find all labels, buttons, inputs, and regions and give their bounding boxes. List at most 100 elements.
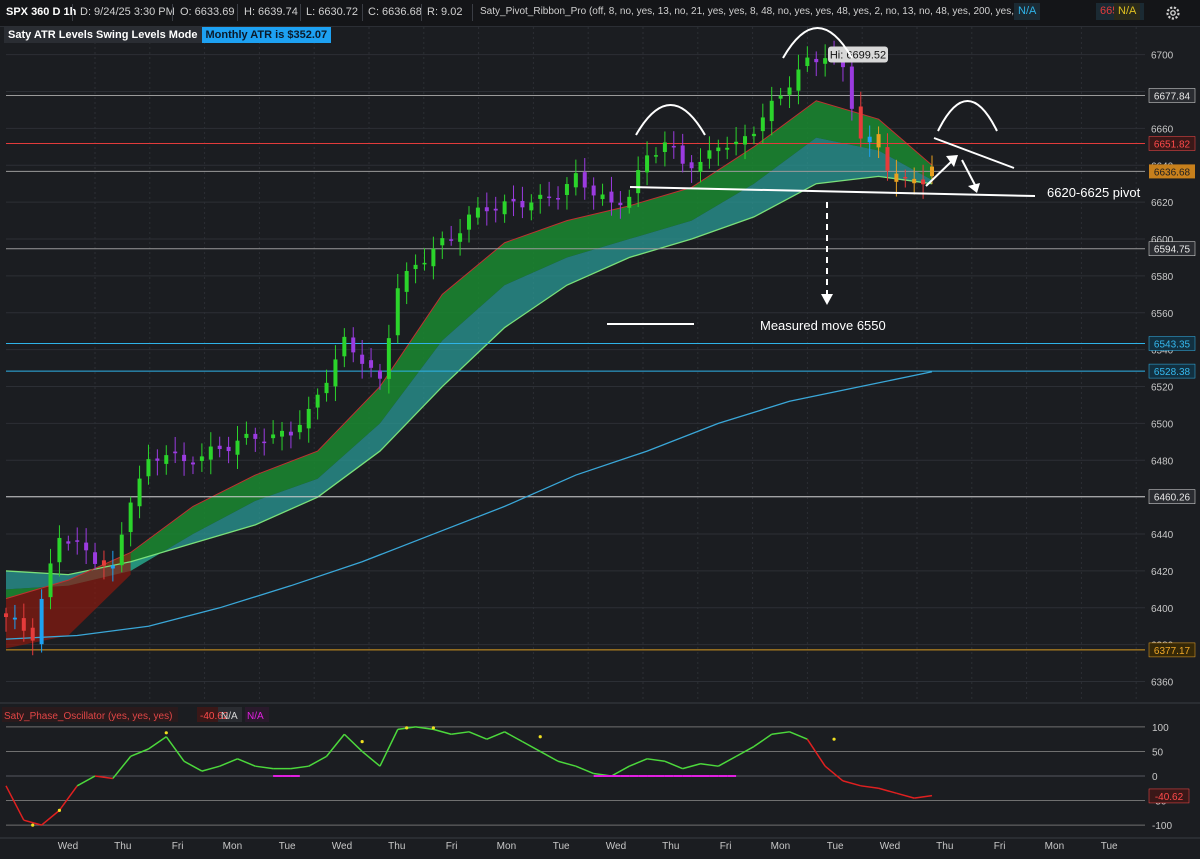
oscillator-segment xyxy=(237,758,256,767)
candle-body xyxy=(653,155,658,157)
oscillator-segment xyxy=(290,765,309,770)
candle-body xyxy=(849,66,854,109)
price-tick-label: 6440 xyxy=(1151,530,1174,541)
candle-body xyxy=(4,613,8,618)
candle-body xyxy=(912,178,917,184)
time-tick-label: Thu xyxy=(388,841,405,852)
time-tick-label: Fri xyxy=(446,841,458,852)
header-close: C: 6636.68 xyxy=(368,6,422,18)
oscillator-segment xyxy=(76,775,96,787)
monthly-atr-label: Monthly ATR is $352.07 xyxy=(201,27,332,43)
study-badge-na-2: N/A xyxy=(1114,3,1141,20)
high-label-text: Hi: 6699.52 xyxy=(830,50,886,62)
candle-body xyxy=(226,446,231,452)
candle-body xyxy=(413,264,418,270)
oscillator-segment xyxy=(468,731,488,740)
candle-body xyxy=(280,430,285,437)
chart-canvas[interactable]: Hi: 6699.52 6620-6625 pivot Measured move … xyxy=(0,0,1200,859)
candle-body xyxy=(395,288,400,336)
candle-body xyxy=(689,162,694,169)
pattern-arc-drawing xyxy=(635,104,706,136)
candle-body xyxy=(609,191,614,203)
candle-body xyxy=(734,141,739,145)
time-axis[interactable]: Wed Thu Fri Mon Tue Wed Thu Fri Mon Tue Wed Thu Fri M… xyxy=(58,841,1118,852)
time-tick-label: Mon xyxy=(223,841,242,852)
drop-arrow xyxy=(961,159,976,186)
candle-body xyxy=(698,161,703,172)
candle-body xyxy=(39,598,44,645)
candle-body xyxy=(618,202,623,206)
price-tick-label: 6700 xyxy=(1151,51,1174,62)
ema-200-path xyxy=(5,371,933,640)
candle-body xyxy=(48,563,53,598)
candle-body xyxy=(440,238,445,246)
oscillator-segment xyxy=(148,736,167,750)
candle-body xyxy=(30,627,35,641)
candle-body xyxy=(796,69,801,91)
descending-trendline xyxy=(933,137,1015,169)
candle-body xyxy=(778,95,783,99)
candle-body xyxy=(475,207,480,218)
candle-body xyxy=(119,534,124,566)
candle-body xyxy=(110,565,115,569)
candle-body xyxy=(921,179,926,185)
ribbon-slow-band xyxy=(6,137,932,590)
oscillator-title: Saty_Phase_Oscillator (yes, yes, yes) xyxy=(4,711,172,722)
price-level-value: 6594.75 xyxy=(1154,245,1191,256)
candle-body xyxy=(502,201,507,215)
oscillator-segment xyxy=(717,755,737,767)
candle-body xyxy=(288,431,293,436)
price-tick-label: 6500 xyxy=(1151,419,1174,430)
candle-body xyxy=(894,173,899,182)
candle-body xyxy=(520,200,525,208)
price-axis[interactable]: 6360638064006420644064606480650065206540… xyxy=(1145,27,1200,700)
candle-body xyxy=(351,337,356,353)
gear-icon[interactable] xyxy=(1164,4,1182,22)
candle-body xyxy=(173,451,178,454)
oscillator-signal-dot xyxy=(360,740,364,744)
candle-body xyxy=(369,360,374,368)
pivot-annotation: 6620-6625 pivot xyxy=(1047,185,1141,200)
price-tick-label: 6480 xyxy=(1151,456,1174,467)
study-badge-na: N/A xyxy=(1014,3,1041,20)
candle-body xyxy=(707,150,712,159)
candle-body xyxy=(12,617,17,620)
price-tick-label: 6660 xyxy=(1151,124,1174,135)
price-tick-label: 6620 xyxy=(1151,198,1174,209)
header-separator xyxy=(472,4,473,21)
candle-body xyxy=(493,208,498,211)
oscillator-segment xyxy=(753,733,773,748)
oscillator-segment xyxy=(433,728,452,735)
candle-body xyxy=(627,196,632,208)
candle-body xyxy=(645,155,650,173)
price-level-value: 6543.35 xyxy=(1154,339,1191,350)
price-level-value: 6377.17 xyxy=(1154,646,1191,657)
oscillator-segment xyxy=(575,765,594,775)
candle-body xyxy=(333,359,338,387)
oscillator-segment xyxy=(896,792,915,799)
candle-body xyxy=(760,117,765,132)
oscillator-segment xyxy=(219,758,238,767)
oscillator-segment xyxy=(664,760,683,770)
candle-body xyxy=(182,454,187,462)
oscillator-segment xyxy=(682,763,701,770)
candle-body xyxy=(262,441,267,444)
candle-body xyxy=(930,166,934,177)
time-tick-label: Mon xyxy=(497,841,516,852)
candle-body xyxy=(511,198,516,202)
study-parameters[interactable]: Saty_Pivot_Ribbon_Pro (off, 8, no, yes, … xyxy=(480,6,1031,17)
candle-body xyxy=(208,446,213,460)
symbol-label[interactable]: SPX 360 D 1h xyxy=(6,6,76,18)
phase-oscillator-panel: Saty_Phase_Oscillator (yes, yes, yes) -40… xyxy=(0,702,1200,839)
time-tick-label: Tue xyxy=(827,841,844,852)
oscillator-tick-label: -100 xyxy=(1152,821,1172,832)
header-open: O: 6633.69 xyxy=(180,6,235,18)
oscillator-segment xyxy=(41,809,60,826)
candle-body xyxy=(582,172,587,188)
candle-body xyxy=(680,145,685,164)
candle-body xyxy=(484,207,489,212)
candle-body xyxy=(342,336,347,357)
time-tick-label: Wed xyxy=(58,841,78,852)
candle-body xyxy=(671,145,676,148)
oscillator-na: N/A xyxy=(221,711,238,722)
